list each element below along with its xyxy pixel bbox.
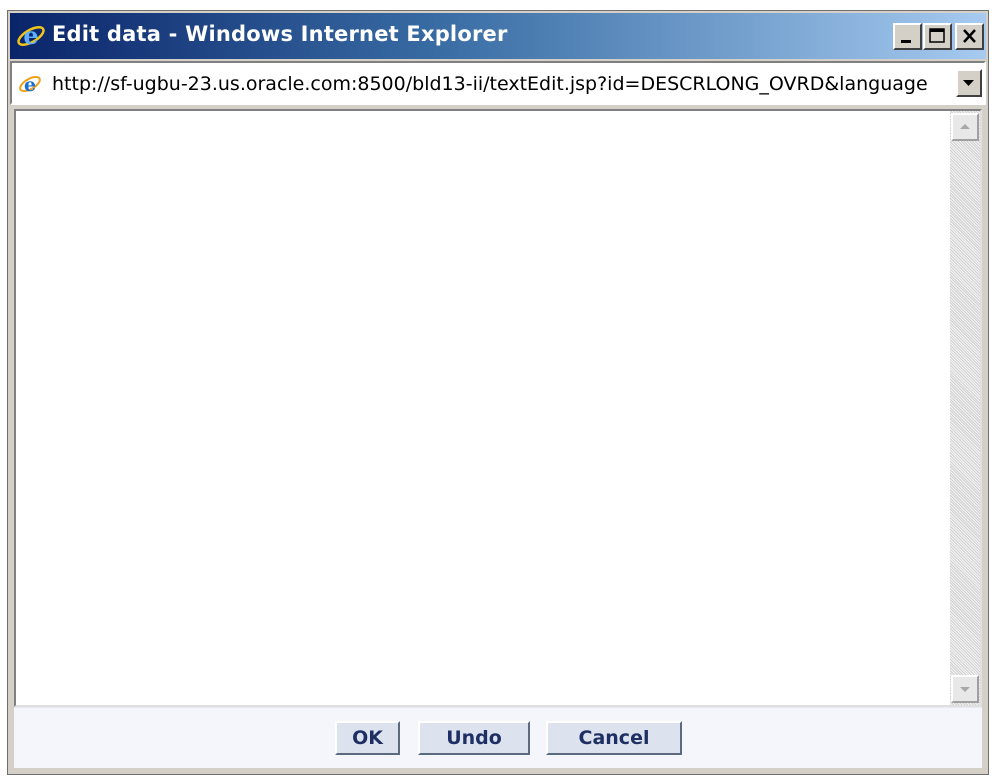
ok-button[interactable]: OK	[335, 721, 400, 755]
minimize-button[interactable]	[893, 23, 922, 50]
undo-button[interactable]: Undo	[418, 721, 530, 755]
cancel-button[interactable]: Cancel	[546, 721, 682, 755]
ie-logo-icon: e	[16, 21, 46, 51]
url-text[interactable]: http://sf-ugbu-23.us.oracle.com:8500/bld…	[52, 73, 944, 95]
content-area	[14, 109, 982, 707]
arrow-down-icon	[960, 687, 970, 692]
window-title: Edit data - Windows Internet Explorer	[52, 22, 508, 46]
scroll-up-button[interactable]	[951, 113, 979, 141]
dialog-button-bar: OK Undo Cancel	[14, 707, 982, 768]
svg-text:e: e	[23, 21, 38, 50]
address-bar[interactable]: e http://sf-ugbu-23.us.oracle.com:8500/b…	[10, 61, 986, 105]
arrow-up-icon	[960, 124, 970, 129]
close-button[interactable]	[955, 23, 984, 50]
scroll-down-button[interactable]	[951, 675, 979, 703]
minimize-icon	[901, 40, 911, 43]
text-editor[interactable]	[16, 111, 950, 705]
chevron-down-icon	[963, 80, 974, 86]
close-icon	[963, 29, 976, 43]
svg-text:e: e	[24, 74, 36, 96]
ie-page-icon: e	[18, 72, 42, 96]
browser-window: e Edit data - Windows Internet Explorer	[7, 10, 989, 775]
maximize-icon	[929, 28, 945, 43]
address-dropdown-button[interactable]	[956, 69, 982, 97]
vertical-scrollbar[interactable]	[950, 111, 980, 705]
title-bar[interactable]: e Edit data - Windows Internet Explorer	[10, 13, 986, 59]
maximize-button[interactable]	[923, 23, 952, 50]
